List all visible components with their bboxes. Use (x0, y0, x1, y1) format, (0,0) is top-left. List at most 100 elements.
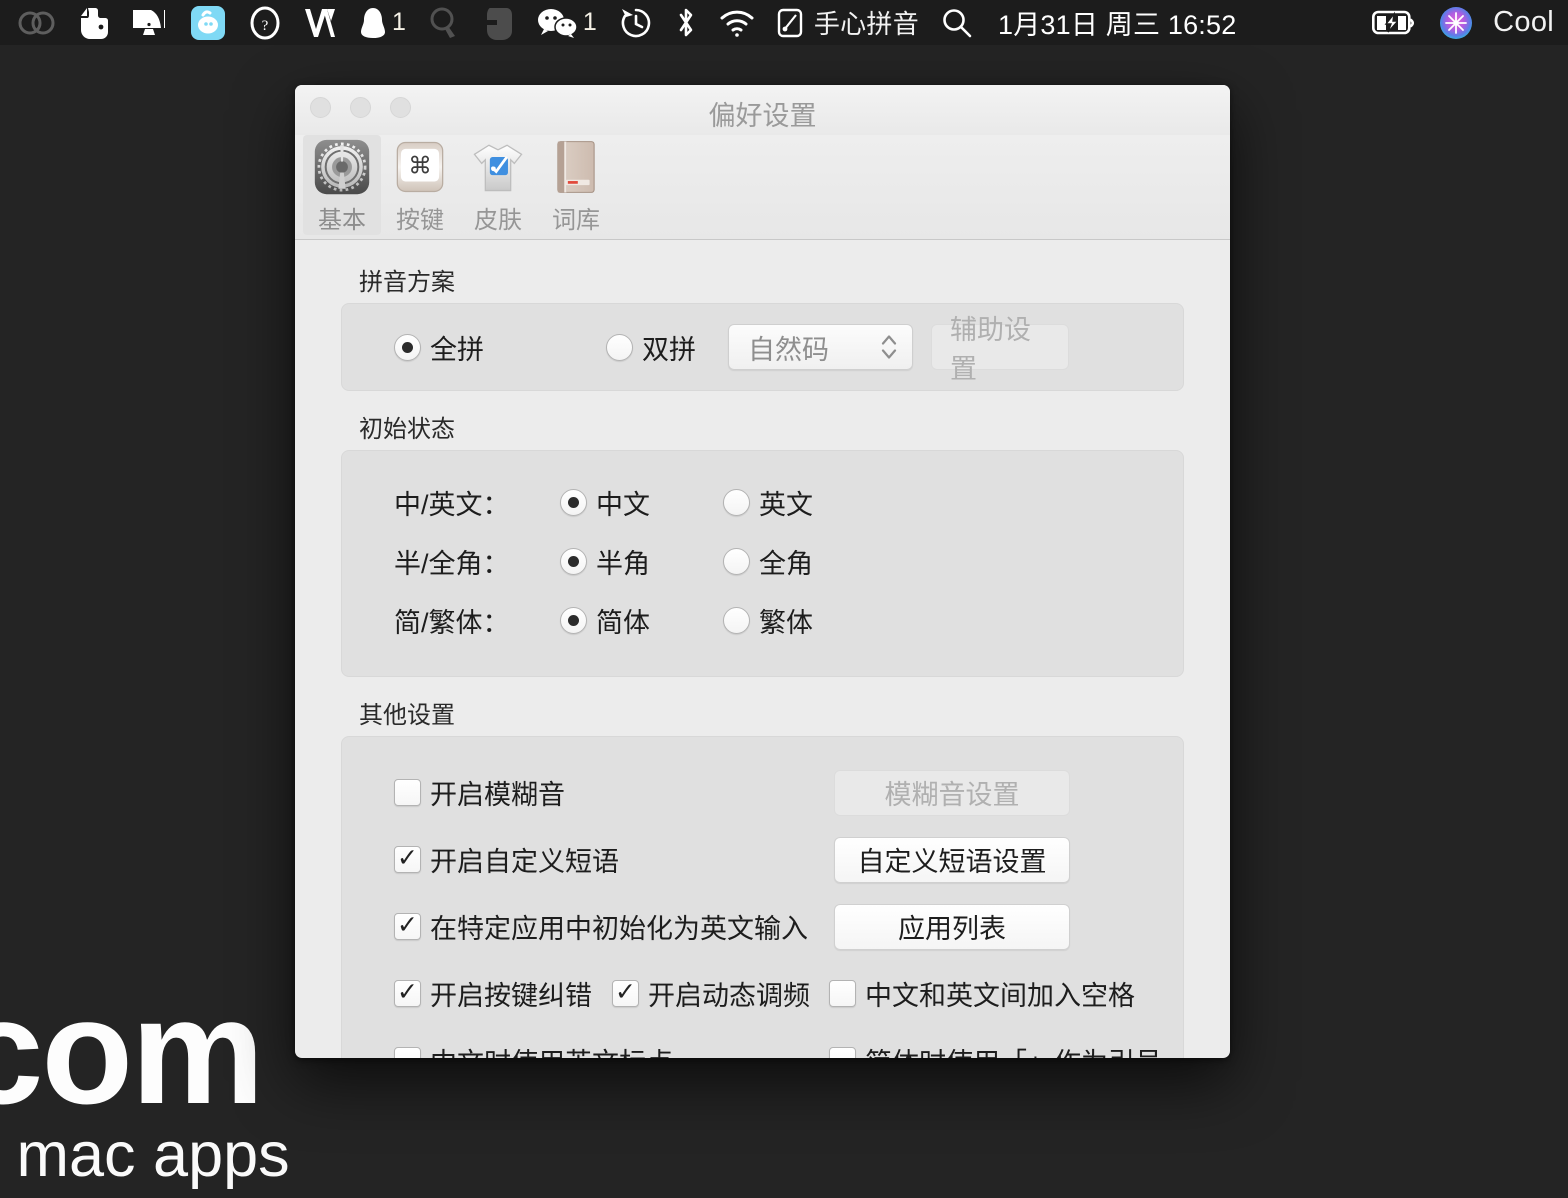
window-toolbar: 基本 ⌘ 按键 皮肤 词库 (295, 135, 1230, 240)
initial-state-group: 中/英文： 中文 英文 半/全角： 半角 全角 简/繁体： 简体 繁体 (341, 450, 1184, 677)
creative-cloud-icon[interactable] (6, 0, 68, 45)
radio-english-control[interactable] (723, 489, 750, 516)
phrase-settings-button-label: 自定义短语设置 (857, 847, 1047, 877)
radio-quanpin[interactable]: 全拼 (394, 328, 606, 367)
wifi-icon[interactable] (708, 0, 766, 45)
checkbox-corner-quotes-control[interactable]: ✓ (829, 1047, 856, 1058)
window-titlebar[interactable]: 偏好设置 (295, 85, 1230, 135)
row-punctuation: ✓ 中文时使用英文标点 ✓ 简体时使用「」作为引号 (342, 1027, 1183, 1058)
wechat-icon[interactable]: 1 (525, 0, 608, 45)
tab-dictionary-label: 词库 (552, 207, 600, 234)
tab-dictionary[interactable]: 词库 (537, 135, 615, 235)
row-fuzzy: ✓ 开启模糊音 模糊音设置 (342, 759, 1183, 826)
user-menu-item[interactable]: Cool (1485, 0, 1554, 45)
radio-traditional[interactable]: 繁体 (723, 601, 813, 640)
tab-basic[interactable]: 基本 (303, 135, 381, 235)
checkbox-app-english[interactable]: ✓ 在特定应用中初始化为英文输入 (394, 907, 808, 946)
vox-icon[interactable] (292, 0, 348, 45)
baidu-netdisk-icon[interactable] (178, 0, 238, 45)
evernote-icon[interactable] (68, 0, 120, 45)
checkbox-app-english-control[interactable]: ✓ (394, 912, 421, 940)
assist-settings-button[interactable]: 辅助设置 (931, 315, 1069, 384)
radio-shuangpin[interactable]: 双拼 (606, 328, 696, 367)
watermark-big-text: com (0, 966, 264, 1135)
checkbox-english-punct[interactable]: ✓ 中文时使用英文标点 (394, 1041, 829, 1058)
radio-shuangpin-control[interactable] (606, 333, 633, 361)
checkbox-phrase-control[interactable]: ✓ (394, 845, 421, 873)
phrase-settings-button[interactable]: 自定义短语设置 (834, 836, 1070, 883)
radio-halfwidth-control[interactable] (560, 548, 587, 575)
row-width-label: 半/全角： (394, 549, 510, 579)
radio-chinese-control[interactable] (560, 489, 587, 516)
assist-settings-button-label: 辅助设置 (950, 315, 1031, 384)
alfred-icon[interactable] (417, 0, 471, 45)
svg-text:?: ? (262, 18, 269, 34)
checkbox-space-between-control[interactable]: ✓ (829, 980, 856, 1007)
checkbox-dynamic-freq[interactable]: ✓ 开启动态调频 (612, 974, 829, 1013)
fuzzy-settings-button[interactable]: 模糊音设置 (834, 769, 1070, 816)
row-width: 半/全角： 半角 全角 (342, 532, 1183, 591)
menubar: ? 1 1 手心拼音 1月31日 周三 16:52 Cool (0, 0, 1568, 45)
siri-icon[interactable] (1427, 0, 1485, 45)
menubar-clock[interactable]: 1月31日 周三 16:52 (984, 0, 1247, 45)
degrees-bartender-icon[interactable]: ? (238, 0, 292, 45)
radio-quanpin-control[interactable] (394, 333, 421, 361)
checkbox-phrase[interactable]: ✓ 开启自定义短语 (394, 840, 619, 879)
row-key-correction: ✓ 开启按键纠错 ✓ 开启动态调频 ✓ 中文和英文间加入空格 (342, 960, 1183, 1027)
checkbox-dynamic-freq-label: 开启动态调频 (648, 981, 810, 1011)
menubar-left-icons: ? 1 1 手心拼音 1月31日 周三 16:52 (0, 0, 1361, 45)
desktop: com e mac apps (0, 0, 1568, 1198)
shuangpin-scheme-select[interactable]: 自然码 (728, 324, 913, 370)
input-method-status-item[interactable] (766, 0, 814, 45)
svg-text:⌘: ⌘ (408, 151, 432, 179)
airserver-display-icon[interactable] (120, 0, 178, 45)
row-app-english: ✓ 在特定应用中初始化为英文输入 应用列表 (342, 893, 1183, 960)
radio-halfwidth-label: 半角 (596, 549, 650, 579)
qq-icon[interactable]: 1 (348, 0, 417, 45)
row-language-label: 中/英文： (394, 490, 510, 520)
bluetooth-icon[interactable] (664, 0, 708, 45)
clock-text: 1月31日 周三 16:52 (998, 10, 1237, 40)
checkbox-space-between-label: 中文和英文间加入空格 (865, 981, 1135, 1011)
app-list-button-label: 应用列表 (898, 914, 1006, 944)
battery-charging-icon[interactable] (1361, 0, 1427, 45)
radio-simplified-label: 简体 (596, 608, 650, 638)
radio-traditional-control[interactable] (723, 607, 750, 634)
checkbox-key-correct-control[interactable]: ✓ (394, 979, 421, 1007)
radio-simplified-control[interactable] (560, 607, 587, 634)
radio-shuangpin-label: 双拼 (642, 334, 696, 365)
radio-chinese[interactable]: 中文 (560, 483, 723, 522)
radio-simplified[interactable]: 简体 (560, 601, 723, 640)
menubar-right-items: Cool (1361, 0, 1568, 45)
other-settings-title: 其他设置 (359, 702, 455, 729)
tab-keys[interactable]: ⌘ 按键 (381, 135, 459, 235)
fuzzy-settings-button-label: 模糊音设置 (884, 780, 1020, 810)
checkbox-fuzzy-control[interactable]: ✓ (394, 779, 421, 806)
shuangpin-scheme-value: 自然码 (748, 334, 829, 365)
radio-halfwidth[interactable]: 半角 (560, 542, 723, 581)
spotlight-search-icon[interactable] (930, 0, 984, 45)
tab-skin-label: 皮肤 (474, 207, 522, 234)
app-list-button[interactable]: 应用列表 (834, 903, 1070, 950)
checkbox-corner-quotes[interactable]: ✓ 简体时使用「」作为引号 (829, 1041, 1162, 1058)
tab-basic-label: 基本 (318, 207, 366, 234)
tab-skin[interactable]: 皮肤 (459, 135, 537, 235)
input-method-label: 手心拼音 (813, 9, 920, 39)
checkbox-fuzzy[interactable]: ✓ 开启模糊音 (394, 773, 565, 812)
row-language: 中/英文： 中文 英文 (342, 473, 1183, 532)
time-machine-icon[interactable] (608, 0, 664, 45)
radio-fullwidth-control[interactable] (723, 548, 750, 575)
preferences-window: 偏好设置 基本 ⌘ 按键 皮肤 词库 拼音方案 全拼 双拼 自然码 辅助设置 初… (295, 85, 1230, 1058)
row-script: 简/繁体： 简体 繁体 (342, 591, 1183, 650)
watermark-small-text: e mac apps (0, 1119, 290, 1190)
input-method-label-wrap[interactable]: 手心拼音 (814, 0, 930, 45)
checkbox-english-punct-control[interactable]: ✓ (394, 1047, 421, 1058)
gesture-icon[interactable] (471, 0, 525, 45)
checkbox-app-english-label: 在特定应用中初始化为英文输入 (430, 914, 808, 944)
radio-english[interactable]: 英文 (723, 483, 813, 522)
checkbox-key-correct[interactable]: ✓ 开启按键纠错 (394, 974, 612, 1013)
radio-fullwidth[interactable]: 全角 (723, 542, 813, 581)
radio-english-label: 英文 (759, 490, 813, 520)
checkbox-dynamic-freq-control[interactable]: ✓ (612, 979, 639, 1007)
checkbox-space-between[interactable]: ✓ 中文和英文间加入空格 (829, 974, 1135, 1013)
